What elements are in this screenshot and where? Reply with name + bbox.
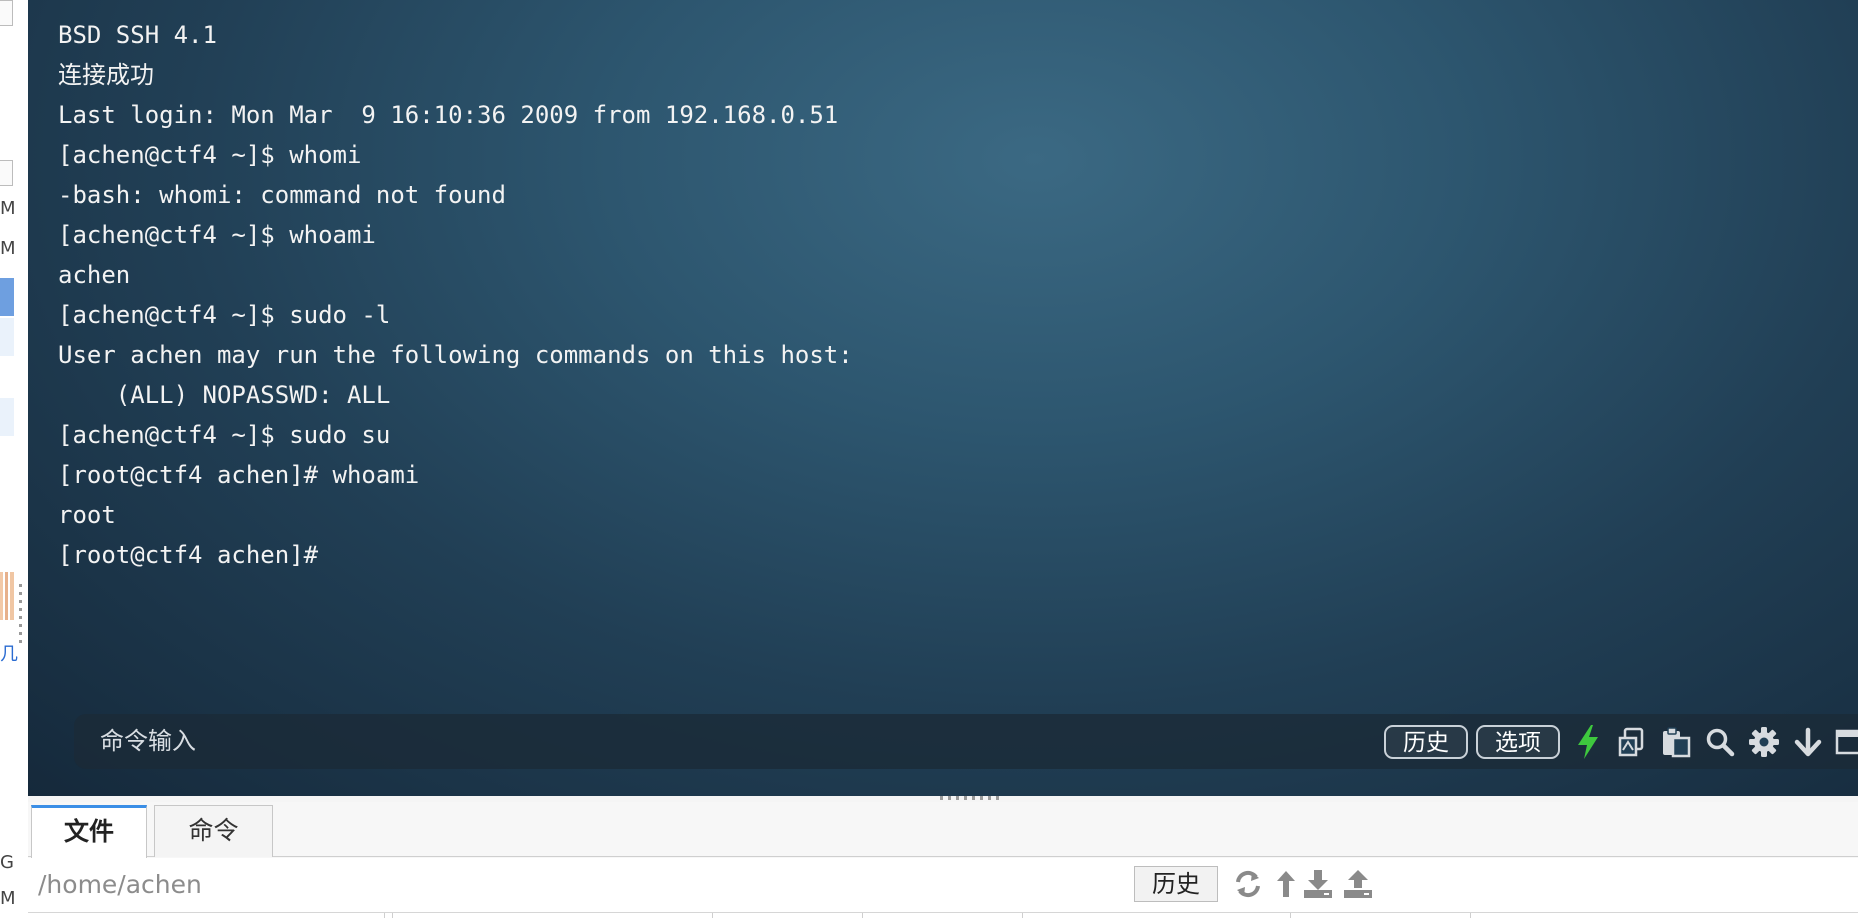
command-input-bar: 历史 选项 xyxy=(74,714,1858,769)
sidebar-dots xyxy=(19,584,22,644)
bottom-tabs: 文件 命令 xyxy=(28,802,1858,858)
upload-icon[interactable] xyxy=(1342,868,1374,900)
terminal-line: [root@ctf4 achen]# whoami xyxy=(58,461,420,489)
terminal-line: Last login: Mon Mar 9 16:10:36 2009 from… xyxy=(58,101,839,129)
terminal-line: [achen@ctf4 ~]$ whomi xyxy=(58,141,362,169)
sidebar-partial-box xyxy=(0,160,13,186)
terminal-line: [achen@ctf4 ~]$ sudo su xyxy=(58,421,391,449)
sidebar-partial-box xyxy=(0,0,13,26)
bolt-icon[interactable] xyxy=(1570,724,1606,760)
path-toolbar: 历史 xyxy=(28,858,1858,912)
terminal-prompt: [root@ctf4 achen]# xyxy=(58,541,319,569)
sidebar-partial-glyph: M xyxy=(0,888,16,909)
download-icon[interactable] xyxy=(1302,868,1334,900)
terminal-output: BSD SSH 4.1 连接成功 Last login: Mon Mar 9 1… xyxy=(58,15,853,575)
sidebar-mini-chart xyxy=(0,572,14,620)
left-sidebar-edge: M M 几 G M xyxy=(0,0,29,918)
copy-icon[interactable] xyxy=(1614,724,1650,760)
search-icon[interactable] xyxy=(1702,724,1738,760)
tab-files[interactable]: 文件 xyxy=(31,805,147,858)
up-arrow-icon[interactable] xyxy=(1270,868,1302,900)
refresh-icon[interactable] xyxy=(1232,868,1264,900)
column-separator[interactable] xyxy=(712,913,713,918)
command-history-button[interactable]: 历史 xyxy=(1384,725,1468,759)
command-options-button[interactable]: 选项 xyxy=(1476,725,1560,759)
terminal-line: -bash: whomi: command not found xyxy=(58,181,506,209)
sidebar-partial-glyph: 几 xyxy=(0,644,18,665)
terminal-pane[interactable]: BSD SSH 4.1 连接成功 Last login: Mon Mar 9 1… xyxy=(28,0,1858,796)
command-input[interactable] xyxy=(100,714,1100,769)
terminal-line: [achen@ctf4 ~]$ sudo -l xyxy=(58,301,391,329)
gear-icon[interactable] xyxy=(1746,724,1782,760)
splitter-grip[interactable] xyxy=(940,796,1002,800)
bottom-panel: 文件 命令 历史 xyxy=(28,802,1858,918)
terminal-line: root xyxy=(58,501,116,529)
column-separator[interactable] xyxy=(862,913,863,918)
terminal-line: BSD SSH 4.1 xyxy=(58,21,217,49)
sidebar-row[interactable] xyxy=(0,398,14,436)
sidebar-row[interactable] xyxy=(0,318,14,356)
terminal-line: achen xyxy=(58,261,131,289)
arrow-down-icon[interactable] xyxy=(1790,724,1826,760)
column-separator[interactable] xyxy=(1470,913,1471,918)
column-separator[interactable] xyxy=(1022,913,1023,918)
sidebar-selected-row[interactable] xyxy=(0,278,14,316)
paste-icon[interactable] xyxy=(1658,724,1694,760)
terminal-line: User achen may run the following command… xyxy=(58,341,853,369)
terminal-line: (ALL) NOPASSWD: ALL xyxy=(58,381,391,409)
sidebar-partial-glyph: M xyxy=(0,198,16,219)
file-list-header xyxy=(28,912,1858,918)
terminal-line: [achen@ctf4 ~]$ whoami xyxy=(58,221,376,249)
column-separator[interactable] xyxy=(392,913,393,918)
path-input[interactable] xyxy=(38,862,1118,906)
terminal-line: 连接成功 xyxy=(58,61,154,89)
sidebar-partial-glyph: G xyxy=(0,852,14,873)
column-separator[interactable] xyxy=(384,913,385,918)
path-history-button[interactable]: 历史 xyxy=(1134,866,1218,902)
app-window: M M 几 G M BSD SSH 4.1 连接成功 Last login: M… xyxy=(0,0,1858,918)
window-icon[interactable] xyxy=(1832,724,1858,760)
sidebar-partial-glyph: M xyxy=(0,238,16,259)
column-separator[interactable] xyxy=(1290,913,1291,918)
tab-commands[interactable]: 命令 xyxy=(154,805,273,857)
